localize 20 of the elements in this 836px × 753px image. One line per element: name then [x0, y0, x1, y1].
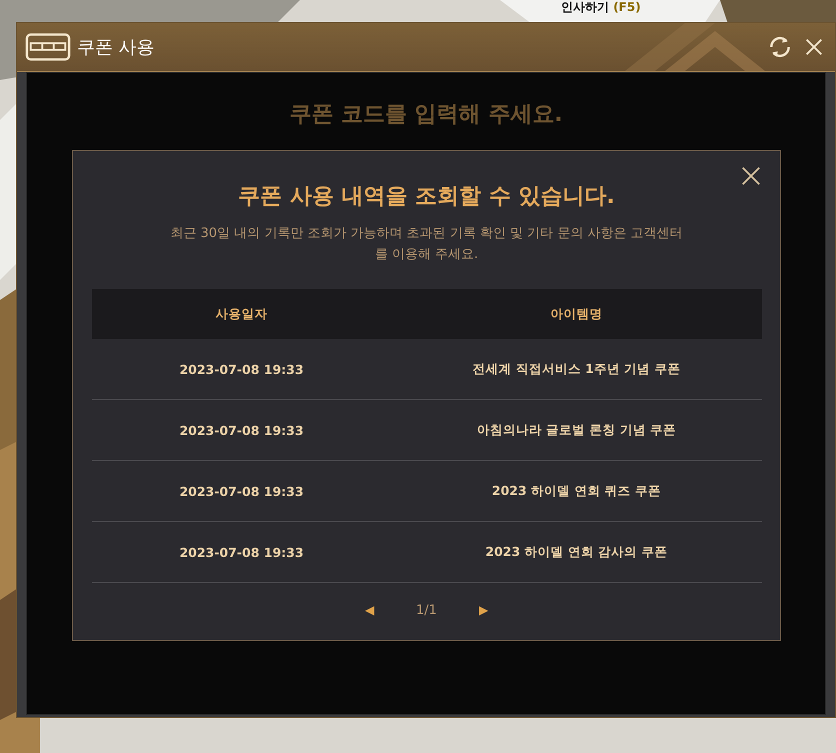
next-page-button[interactable]: ▶ — [476, 601, 490, 619]
column-header: 사용일자 — [216, 306, 268, 322]
close-button[interactable] — [740, 165, 762, 187]
table-cell: 2023 하이델 연회 감사의 쿠폰 — [485, 544, 668, 560]
table-cell: 2023-07-08 19:33 — [179, 422, 304, 438]
table-cell: 2023-07-08 19:33 — [179, 362, 304, 376]
column-header: 아이템명 — [550, 306, 602, 322]
previous-page-button[interactable]: ◀ — [363, 601, 376, 619]
table-cell: 전세계 직접서비스 1주년 기념 쿠폰 — [472, 360, 681, 378]
table-cell: 2023-07-08 19:33 — [179, 544, 304, 560]
dialog-description: 최근 30일 내의 기록만 조회가 가능하며 초과된 기록 확인 및 기타 문의 사항은 고객센터를 이용해 주세요. — [169, 225, 684, 264]
window-title: 쿠폰 사용 — [77, 36, 156, 59]
table-cell: 2023 하이델 연회 퀴즈 쿠폰 — [492, 482, 662, 500]
hud-label: 인사하기 (F5) — [561, 0, 641, 15]
page-indicator: 1/1 — [416, 602, 437, 618]
panel-heading: 쿠폰 코드를 입력해 주세요. — [288, 101, 564, 129]
table-cell: 아침의나라 글로벌 론칭 기념 쿠폰 — [476, 422, 676, 438]
dialog-title: 쿠폰 사용 내역을 조회할 수 있습니다. — [238, 183, 615, 211]
ticket-icon — [25, 32, 71, 62]
table-cell: 2023-07-08 19:33 — [179, 484, 304, 498]
